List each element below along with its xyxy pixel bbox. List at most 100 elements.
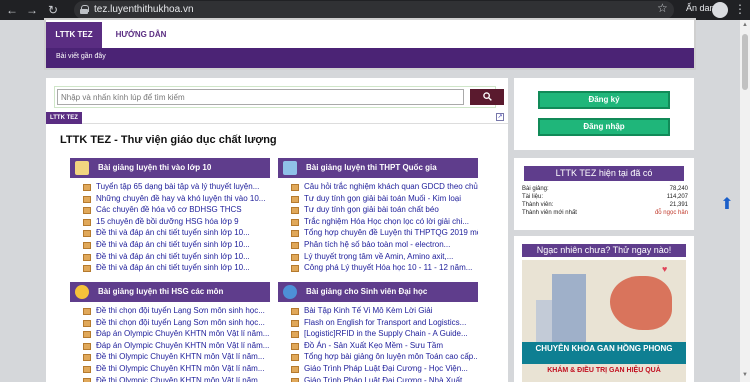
- list-item[interactable]: 15 chuyên đề bồi dưỡng HSG hóa lớp 9: [78, 216, 270, 228]
- article-link[interactable]: Đề thi và đáp án chi tiết tuyển sinh lớp…: [96, 228, 250, 237]
- panel-header[interactable]: Bài giảng luyện thi THPT Quốc gia: [278, 158, 478, 178]
- article-link[interactable]: Phân tích hệ số bảo toàn mol - electron.…: [304, 240, 450, 249]
- list-item[interactable]: Đề thi và đáp án chi tiết tuyển sinh lớp…: [78, 262, 270, 274]
- list-item[interactable]: Bài Tập Kinh Tế Vi Mô Kèm Lời Giải: [286, 305, 478, 317]
- list-item[interactable]: Lý thuyết trọng tâm về Amin, Amino axit,…: [286, 251, 478, 263]
- article-link[interactable]: Bài Tập Kinh Tế Vi Mô Kèm Lời Giải: [304, 306, 432, 315]
- panel-header[interactable]: Bài giảng luyện thi vào lớp 10: [70, 158, 270, 178]
- reload-icon[interactable]: ↻: [48, 2, 58, 18]
- recent-posts-link[interactable]: Bài viết gần đây: [56, 53, 106, 60]
- search-input[interactable]: [57, 89, 464, 105]
- list-item[interactable]: Đề thi Olympic Chuyên KHTN môn Vật lí nă…: [78, 375, 270, 382]
- incognito-icon[interactable]: [712, 2, 728, 18]
- nav-tab-lttk-tez[interactable]: LTTK TEZ: [46, 22, 102, 48]
- article-link[interactable]: Giáo Trình Pháp Luật Đại Cương - Nhà Xuấ…: [304, 376, 469, 382]
- address-bar[interactable]: tez.luyenthithukhoa.vn: [74, 1, 674, 19]
- menu-icon[interactable]: ⋮: [734, 2, 746, 16]
- list-item[interactable]: Tổng hợp bài giảng ôn luyện môn Toán cao…: [286, 351, 478, 363]
- article-link[interactable]: 15 chuyên đề bồi dưỡng HSG hóa lớp 9: [96, 217, 239, 226]
- article-link[interactable]: Công phá Lý thuyết Hóa học 10 - 11 - 12 …: [304, 263, 472, 272]
- article-link[interactable]: Tuyển tập 65 dạng bài tập và lý thuyết l…: [96, 182, 259, 191]
- scroll-down-arrow-icon[interactable]: ▼: [742, 372, 748, 378]
- stat-value: 114,207: [666, 194, 688, 200]
- panel-header[interactable]: Bài giảng cho Sinh viên Đại học: [278, 282, 478, 302]
- search-button[interactable]: [470, 89, 504, 105]
- list-item[interactable]: [Logistic]RFID in the Supply Chain - A G…: [286, 328, 478, 340]
- article-link[interactable]: Tư duy tính gọn giải bài toán Muối - Kim…: [304, 194, 461, 203]
- list-item[interactable]: Đề thi và đáp án chi tiết tuyển sinh lớp…: [78, 227, 270, 239]
- scroll-to-top-icon[interactable]: ⬆: [718, 196, 736, 214]
- list-item[interactable]: Đề thi chọn đội tuyển Lạng Sơn môn sinh …: [78, 317, 270, 329]
- list-item[interactable]: Tuyển tập 65 dạng bài tập và lý thuyết l…: [78, 181, 270, 193]
- expand-icon[interactable]: ↗: [496, 113, 504, 121]
- article-link[interactable]: Các chuyên đề hóa vô cơ BDHSG THCS: [96, 205, 242, 214]
- scrollbar-thumb[interactable]: [742, 34, 748, 90]
- list-item[interactable]: Các chuyên đề hóa vô cơ BDHSG THCS: [78, 204, 270, 216]
- panel-header[interactable]: Bài giảng luyện thi HSG các môn: [70, 282, 270, 302]
- article-link[interactable]: Đề thi và đáp án chi tiết tuyển sinh lớp…: [96, 252, 250, 261]
- register-button[interactable]: Đăng ký: [538, 91, 670, 109]
- globe-icon: [283, 285, 297, 299]
- list-item[interactable]: Đáp án Olympic Chuyên KHTN môn Vật lí nă…: [78, 328, 270, 340]
- article-link[interactable]: Đồ Án - Sản Xuất Kẹo Mềm - Sưu Tầm: [304, 341, 443, 350]
- list-item[interactable]: Phân tích hệ số bảo toàn mol - electron.…: [286, 239, 478, 251]
- article-link[interactable]: Đề thi chọn đội tuyển Lạng Sơn môn sinh …: [96, 318, 265, 327]
- list-item[interactable]: Câu hỏi trắc nghiệm khách quan GDCD theo…: [286, 181, 478, 193]
- list-item[interactable]: Đề thi chọn đội tuyển Lạng Sơn môn sinh …: [78, 305, 270, 317]
- list-item[interactable]: Đáp án Olympic Chuyên KHTN môn Vật lí nă…: [78, 340, 270, 352]
- article-list: Tuyển tập 65 dạng bài tập và lý thuyết l…: [70, 178, 270, 274]
- article-link[interactable]: Flash on English for Transport and Logis…: [304, 318, 466, 327]
- article-link[interactable]: Đề thi Olympic Chuyên KHTN môn Vật lí nă…: [96, 364, 265, 373]
- list-item[interactable]: Tư duy tính gọn giải bài toán chất béo: [286, 204, 478, 216]
- article-link[interactable]: Giáo Trình Pháp Luật Đại Cương - Học Việ…: [304, 364, 468, 373]
- breadcrumb: LTTK TEZ ↗: [46, 112, 508, 124]
- article-link[interactable]: Tư duy tính gọn giải bài toán chất béo: [304, 205, 439, 214]
- article-link[interactable]: Tổng hợp bài giảng ôn luyện môn Toán cao…: [304, 352, 478, 361]
- stat-label: Tài liệu:: [522, 194, 544, 200]
- list-item[interactable]: Flash on English for Transport and Logis…: [286, 317, 478, 329]
- article-link[interactable]: Lý thuyết trọng tâm về Amin, Amino axit,…: [304, 252, 453, 261]
- document-icon: [83, 308, 91, 315]
- article-link[interactable]: Đề thi Olympic Chuyên KHTN môn Vật lí nă…: [96, 352, 265, 361]
- article-link[interactable]: Đáp án Olympic Chuyên KHTN môn Vật lí nă…: [96, 341, 269, 350]
- article-link[interactable]: Những chuyên đề hay và khó luyện thi vào…: [96, 194, 265, 203]
- document-icon: [291, 207, 299, 215]
- article-link[interactable]: Đề thi và đáp án chi tiết tuyển sinh lớp…: [96, 263, 250, 272]
- lock-icon[interactable]: [80, 5, 89, 14]
- list-item[interactable]: Đề thi Olympic Chuyên KHTN môn Vật lí nă…: [78, 351, 270, 363]
- list-item[interactable]: Đề thi Olympic Chuyên KHTN môn Vật lí nă…: [78, 363, 270, 375]
- list-item[interactable]: Những chuyên đề hay và khó luyện thi vào…: [78, 193, 270, 205]
- list-item[interactable]: Công phá Lý thuyết Hóa học 10 - 11 - 12 …: [286, 262, 478, 274]
- article-link[interactable]: Đề thi Olympic Chuyên KHTN môn Vật lí nă…: [96, 376, 265, 382]
- list-item[interactable]: Tổng hợp chuyên đề Luyện thi THPTQG 2019…: [286, 227, 478, 239]
- newest-member-link[interactable]: đỗ ngọc hân: [655, 209, 688, 217]
- article-link[interactable]: Tổng hợp chuyên đề Luyện thi THPTQG 2019…: [304, 228, 478, 237]
- list-item[interactable]: Đồ Án - Sản Xuất Kẹo Mềm - Sưu Tầm: [286, 340, 478, 352]
- list-item[interactable]: Giáo Trình Pháp Luật Đại Cương - Nhà Xuấ…: [286, 375, 478, 382]
- search-icon: [483, 92, 492, 101]
- list-item[interactable]: Đề thi và đáp án chi tiết tuyển sinh lớp…: [78, 251, 270, 263]
- heart-icon: ♥: [662, 264, 668, 274]
- document-icon: [83, 218, 91, 226]
- advertisement-banner[interactable]: ♥ CHUYÊN KHOA GAN HỒNG PHONG KHÁM & ĐIỀU…: [522, 260, 686, 382]
- nav-tab-huong-dan[interactable]: HƯỚNG DẪN: [106, 22, 176, 48]
- scroll-up-arrow-icon[interactable]: ▲: [742, 22, 748, 28]
- document-icon: [291, 195, 299, 203]
- article-link[interactable]: Câu hỏi trắc nghiệm khách quan GDCD theo…: [304, 182, 478, 191]
- article-link[interactable]: Đề thi chọn đội tuyển Lạng Sơn môn sinh …: [96, 306, 265, 315]
- list-item[interactable]: Đề thi và đáp án chi tiết tuyển sinh lớp…: [78, 239, 270, 251]
- article-link[interactable]: [Logistic]RFID in the Supply Chain - A G…: [304, 329, 468, 338]
- article-link[interactable]: Đáp án Olympic Chuyên KHTN môn Vật lí nă…: [96, 329, 269, 338]
- breadcrumb-tag[interactable]: LTTK TEZ: [46, 112, 82, 124]
- panel-hsg: Bài giảng luyện thi HSG các môn Đề thi c…: [70, 282, 270, 382]
- url-text[interactable]: tez.luyenthithukhoa.vn: [94, 4, 194, 15]
- back-icon[interactable]: ←: [6, 2, 18, 18]
- article-link[interactable]: Trắc nghiệm Hóa Học chọn lọc có lời giải…: [304, 217, 469, 226]
- list-item[interactable]: Giáo Trình Pháp Luật Đại Cương - Học Việ…: [286, 363, 478, 375]
- login-button[interactable]: Đăng nhập: [538, 118, 670, 136]
- star-icon[interactable]: ☆: [657, 1, 668, 15]
- list-item[interactable]: Tư duy tính gọn giải bài toán Muối - Kim…: [286, 193, 478, 205]
- article-link[interactable]: Đề thi và đáp án chi tiết tuyển sinh lớp…: [96, 240, 250, 249]
- list-item[interactable]: Trắc nghiệm Hóa Học chọn lọc có lời giải…: [286, 216, 478, 228]
- forward-icon[interactable]: →: [26, 2, 38, 18]
